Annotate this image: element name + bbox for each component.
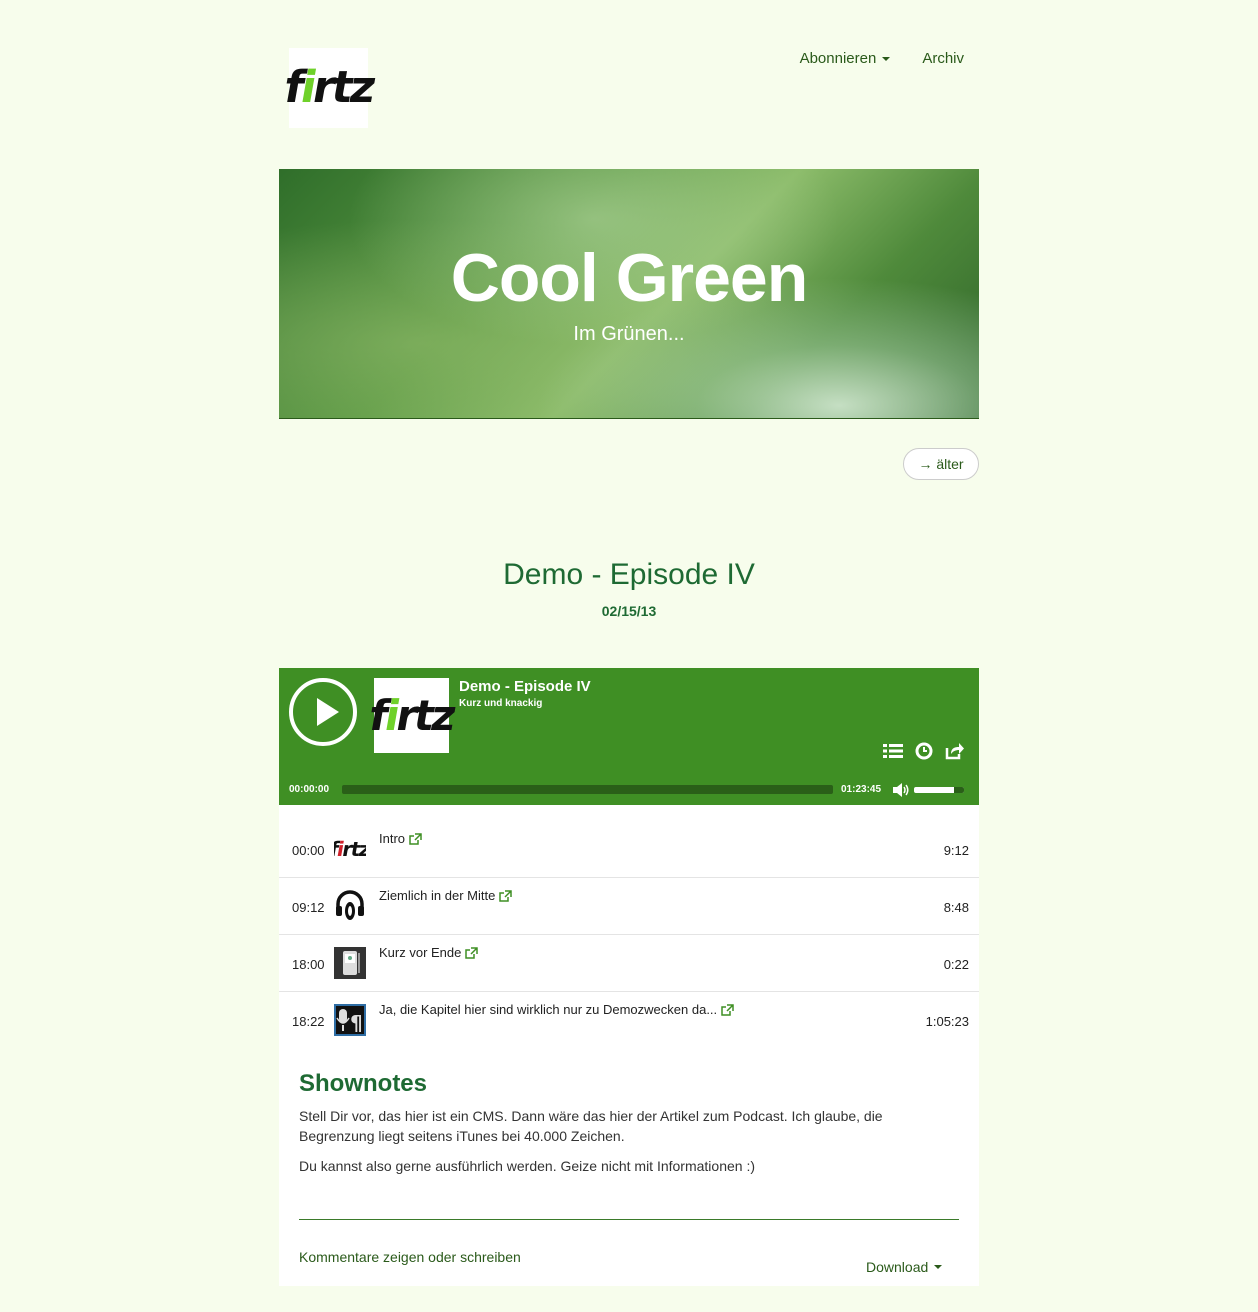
shownotes-heading: Shownotes — [299, 1070, 428, 1097]
shownotes-paragraph: Du kannst also gerne ausführlich werden.… — [299, 1158, 756, 1174]
play-icon — [317, 698, 339, 726]
banner-subtitle: Im Grünen... — [573, 323, 685, 345]
audio-player: firtz Demo - Episode IV Kurz und knackig… — [279, 668, 979, 805]
site-logo[interactable]: firtz — [280, 48, 377, 128]
chapter-row[interactable]: 00:00 firtz Intro 9:12 — [279, 805, 979, 878]
chapter-title[interactable]: Ziemlich in der Mitte — [379, 888, 513, 903]
chapter-start: 00:00 — [292, 843, 325, 858]
fritz-logo-icon: firtz — [334, 837, 366, 861]
download-dropdown[interactable]: Download — [866, 1259, 943, 1275]
banner-title: Cool Green — [450, 240, 809, 316]
chapter-duration: 0:22 — [943, 957, 969, 972]
external-link-icon — [721, 1003, 734, 1016]
chapter-duration: 1:05:23 — [925, 1014, 969, 1029]
chapter-list: 00:00 firtz Intro 9:12 09:12 Ziemlich in… — [279, 805, 979, 1049]
cover-wordmark: firtz — [365, 690, 458, 740]
chapter-row[interactable]: 18:22 ¶ Ja, die Kapitel hier sind wirkli… — [279, 992, 979, 1049]
svg-text:¶: ¶ — [350, 1011, 363, 1035]
time-current: 00:00:00 — [289, 784, 330, 795]
clock-icon[interactable] — [915, 742, 933, 760]
caret-down-icon — [882, 56, 891, 61]
subscribe-dropdown[interactable]: Abonnieren — [800, 50, 891, 67]
external-link-icon — [465, 946, 479, 959]
shownotes-paragraph: Stell Dir vor, das hier ist ein CMS. Dan… — [299, 1108, 883, 1144]
hero-banner: Cool Green Im Grünen... — [279, 169, 979, 419]
chapter-duration: 8:48 — [943, 900, 969, 915]
archive-link[interactable]: Archiv — [922, 50, 964, 67]
chapter-title[interactable]: Intro — [379, 831, 422, 846]
episode-date: 02/15/13 — [601, 603, 657, 619]
share-icon[interactable] — [945, 742, 965, 760]
time-total: 01:23:45 — [841, 784, 882, 795]
volume-slider[interactable] — [914, 787, 964, 793]
logo-wordmark: firtz — [280, 62, 377, 113]
chapter-start: 09:12 — [292, 900, 325, 915]
chapter-duration: 9:12 — [943, 843, 969, 858]
player-title: Demo - Episode IV — [459, 678, 591, 695]
chapter-start: 18:22 — [292, 1014, 325, 1029]
external-link-icon — [409, 832, 422, 845]
chapter-title[interactable]: Ja, die Kapitel hier sind wirklich nur z… — [379, 1002, 734, 1017]
progress-bar[interactable] — [342, 785, 833, 794]
comments-link[interactable]: Kommentare zeigen oder schreiben — [299, 1249, 521, 1265]
volume-icon[interactable] — [892, 782, 910, 803]
older-button[interactable]: → älter — [903, 448, 979, 480]
external-link-icon — [499, 889, 513, 902]
divider — [299, 1219, 959, 1220]
mic-paragraph-icon: ¶ — [334, 1004, 366, 1036]
chapter-title[interactable]: Kurz vor Ende — [379, 945, 479, 960]
device-icon — [334, 947, 366, 979]
chapter-row[interactable]: 18:00 Kurz vor Ende 0:22 — [279, 935, 979, 992]
episode-title[interactable]: Demo - Episode IV — [279, 558, 979, 592]
player-toolbar — [883, 742, 965, 760]
caret-down-icon — [934, 1265, 943, 1269]
player-subtitle: Kurz und knackig — [459, 698, 543, 709]
player-cover-art: firtz — [366, 678, 457, 753]
volume-slider-rest — [954, 787, 964, 793]
shownotes-panel: Shownotes Stell Dir vor, das hier ist ei… — [279, 1046, 979, 1286]
chapter-start: 18:00 — [292, 957, 325, 972]
headphones-icon — [334, 890, 366, 922]
play-button[interactable] — [289, 678, 357, 746]
chapter-row[interactable]: 09:12 Ziemlich in der Mitte 8:48 — [279, 878, 979, 935]
main-nav: Abonnieren Archiv — [800, 50, 964, 67]
chapters-list-icon[interactable] — [883, 742, 903, 760]
